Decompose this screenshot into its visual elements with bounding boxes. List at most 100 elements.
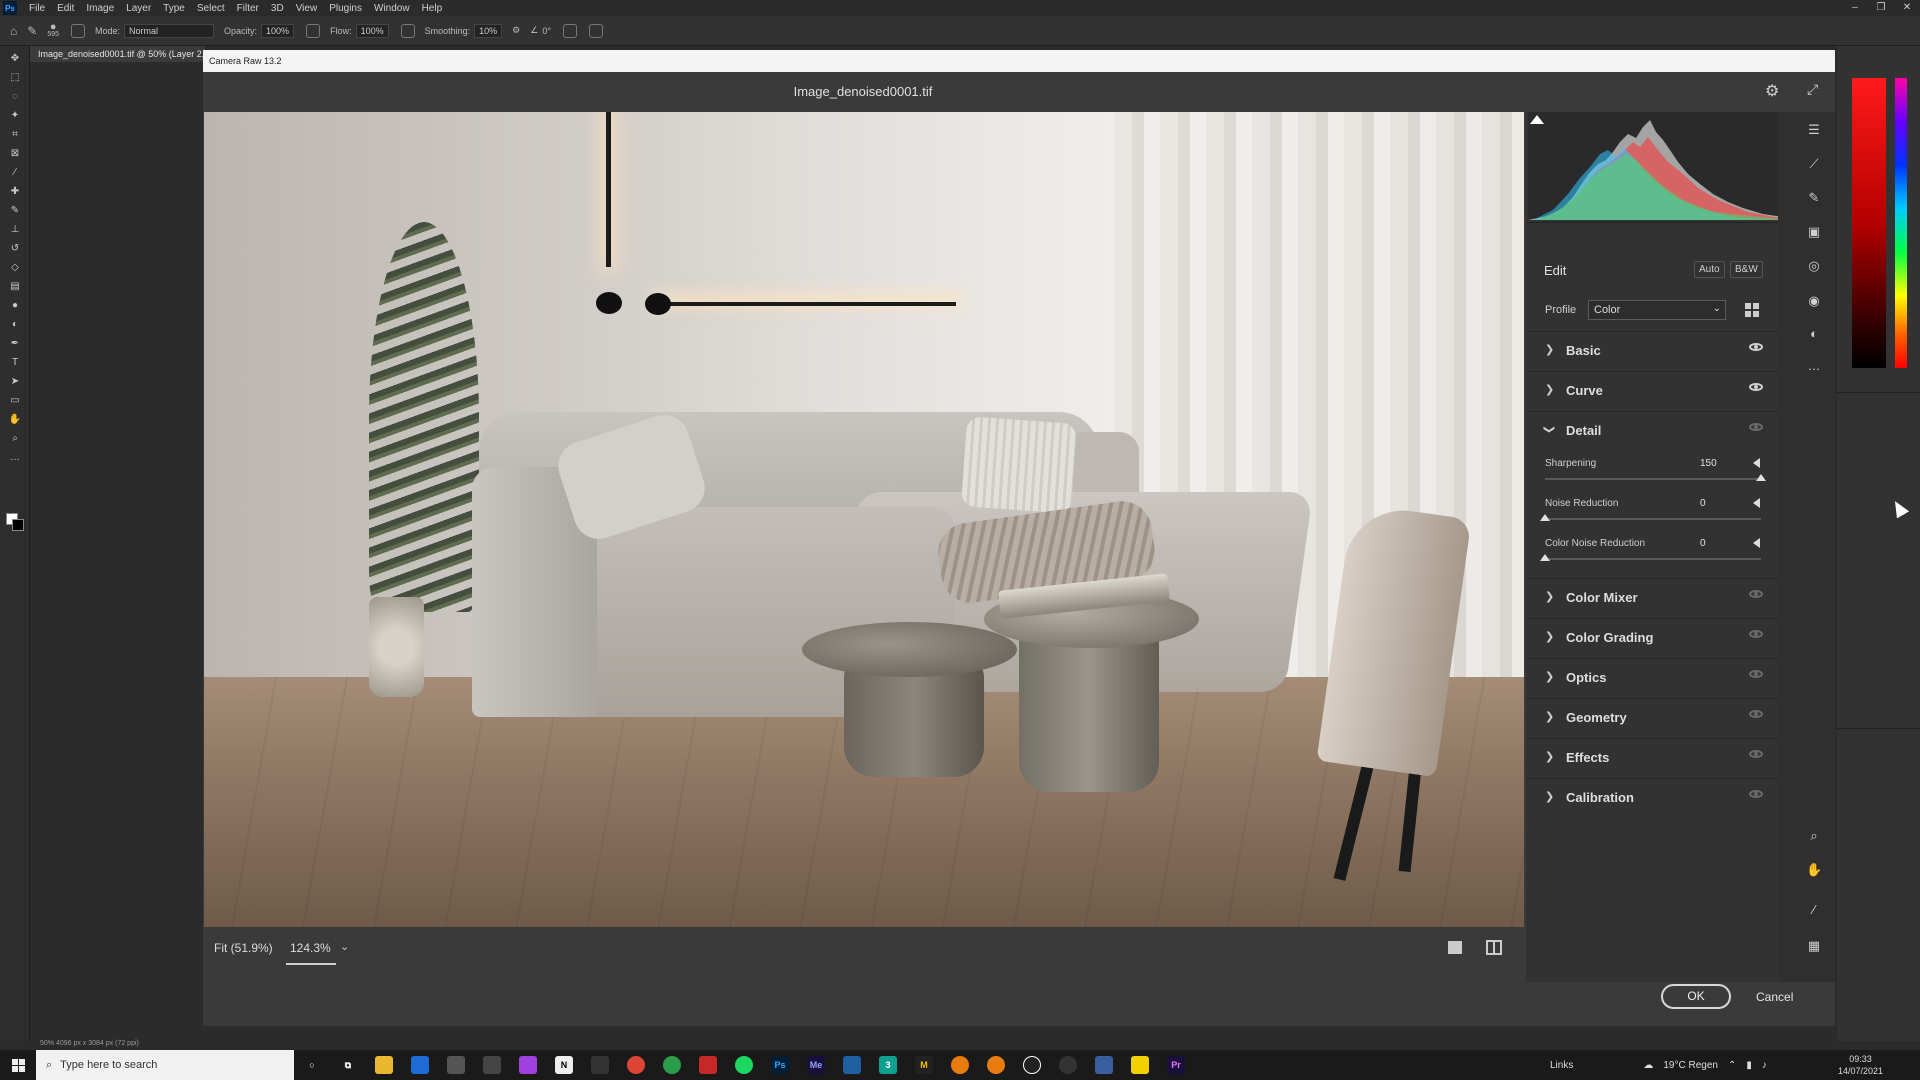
close-icon[interactable]: ✕ — [1894, 0, 1920, 16]
zoom-fit-button[interactable]: Fit (51.9%) — [214, 941, 273, 955]
menu-select[interactable]: Select — [191, 3, 231, 14]
restore-icon[interactable]: ❐ — [1868, 0, 1894, 16]
chrome-icon[interactable] — [622, 1050, 650, 1080]
dodge-tool-icon[interactable]: ◐ — [7, 317, 23, 331]
color-picker-field[interactable] — [1852, 78, 1886, 368]
rectangle-tool-icon[interactable]: ▭ — [7, 393, 23, 407]
more-options-icon[interactable]: … — [1806, 358, 1822, 374]
radial-filter-icon[interactable]: ◎ — [1806, 258, 1822, 274]
profile-select[interactable]: Color ⌄ — [1588, 300, 1726, 320]
visibility-eye-icon[interactable] — [1749, 750, 1763, 758]
lasso-tool-icon[interactable]: ◌ — [7, 89, 23, 103]
sticky-notes-icon[interactable] — [1126, 1050, 1154, 1080]
auto-button[interactable]: Auto — [1694, 261, 1725, 278]
section-detail[interactable]: ❯ Detail — [1528, 411, 1778, 449]
zoom-tool-icon[interactable]: ⌕ — [7, 431, 23, 445]
section-effects[interactable]: ❯ Effects — [1528, 738, 1778, 776]
color-noise-reduction-slider-track[interactable] — [1545, 558, 1761, 560]
app-circle-icon[interactable] — [1018, 1050, 1046, 1080]
menu-type[interactable]: Type — [157, 3, 191, 14]
zoom-level[interactable]: 124.3% — [290, 941, 331, 955]
premiere-icon[interactable]: Pr — [1162, 1050, 1190, 1080]
symmetry-icon[interactable] — [588, 23, 603, 38]
pressure-opacity-icon[interactable] — [306, 23, 321, 38]
image-preview[interactable] — [204, 112, 1524, 927]
bw-button[interactable]: B&W — [1730, 261, 1763, 278]
app-dark-icon[interactable] — [586, 1050, 614, 1080]
menu-file[interactable]: File — [23, 3, 51, 14]
smoothing-settings-icon[interactable]: ⚙ — [512, 25, 520, 36]
path-selection-tool-icon[interactable]: ➤ — [7, 374, 23, 388]
menu-help[interactable]: Help — [416, 3, 449, 14]
crop-rotate-icon[interactable]: ⟋ — [1806, 156, 1822, 172]
marquee-tool-icon[interactable]: ⬚ — [7, 70, 23, 84]
cancel-button[interactable]: Cancel — [1756, 990, 1793, 1004]
more-tools-icon[interactable]: … — [7, 450, 23, 464]
app-purple-icon[interactable] — [514, 1050, 542, 1080]
chrome-alt-icon[interactable] — [658, 1050, 686, 1080]
brush-panel-icon[interactable] — [71, 23, 85, 38]
color-noise-reduction-reset-icon[interactable] — [1753, 538, 1760, 548]
ok-button[interactable]: OK — [1661, 984, 1731, 1009]
app-blue-icon[interactable] — [838, 1050, 866, 1080]
magic-wand-tool-icon[interactable]: ✦ — [7, 108, 23, 122]
airbrush-icon[interactable] — [400, 23, 415, 38]
pressure-size-icon[interactable] — [562, 23, 577, 38]
weather-text[interactable]: 19°C Regen — [1663, 1060, 1718, 1071]
task-view-icon[interactable]: ⧉ — [334, 1050, 362, 1080]
visibility-eye-icon[interactable] — [1749, 710, 1763, 718]
weather-icon[interactable]: ☁ — [1643, 1060, 1653, 1071]
section-basic[interactable]: ❯ Basic — [1528, 331, 1778, 369]
spotify-icon[interactable] — [730, 1050, 758, 1080]
sharpening-slider-track[interactable] — [1545, 478, 1761, 480]
app-grid-icon[interactable] — [1090, 1050, 1118, 1080]
blender-icon[interactable] — [946, 1050, 974, 1080]
noise-reduction-slider-track[interactable] — [1545, 518, 1761, 520]
crop-tool-icon[interactable]: ⌗ — [7, 127, 23, 141]
hand-tool-icon[interactable]: ✋ — [7, 412, 23, 426]
calculator-icon[interactable] — [442, 1050, 470, 1080]
hue-slider[interactable] — [1895, 78, 1907, 368]
links-toolbar[interactable]: Links — [1550, 1060, 1573, 1071]
color-noise-reduction-slider-thumb[interactable] — [1540, 554, 1550, 561]
tray-chevron-icon[interactable]: ⌃ — [1728, 1060, 1736, 1071]
blur-tool-icon[interactable]: ● — [7, 298, 23, 312]
visibility-eye-icon[interactable] — [1749, 343, 1763, 351]
menu-window[interactable]: Window — [368, 3, 416, 14]
visibility-eye-icon[interactable] — [1749, 630, 1763, 638]
settings-gear-icon[interactable]: ⚙ — [1765, 81, 1779, 101]
healing-brush-tool-icon[interactable]: ✚ — [7, 184, 23, 198]
menu-edit[interactable]: Edit — [51, 3, 80, 14]
noise-reduction-slider-thumb[interactable] — [1540, 514, 1550, 521]
eraser-tool-icon[interactable]: ◇ — [7, 260, 23, 274]
before-after-view-icon[interactable] — [1486, 940, 1502, 955]
home-icon[interactable]: ⌂ — [10, 24, 17, 38]
frame-tool-icon[interactable]: ⊠ — [7, 146, 23, 160]
grid-overlay-icon[interactable]: ▦ — [1806, 938, 1822, 954]
clock[interactable]: 09:33 14/07/2021 — [1838, 1053, 1883, 1077]
app-m-icon[interactable]: M — [910, 1050, 938, 1080]
shadow-clipping-warning-icon[interactable] — [1530, 115, 1544, 124]
app-icon[interactable] — [478, 1050, 506, 1080]
noise-reduction-reset-icon[interactable] — [1753, 498, 1760, 508]
visibility-eye-icon[interactable] — [1749, 423, 1763, 431]
zoom-icon[interactable]: ⌕ — [1806, 828, 1822, 844]
smoothing-input[interactable]: 10% — [474, 23, 503, 38]
menu-layer[interactable]: Layer — [120, 3, 157, 14]
flow-input[interactable]: 100% — [355, 23, 389, 38]
section-color-mixer[interactable]: ❯ Color Mixer — [1528, 578, 1778, 616]
cortana-icon[interactable]: ○ — [298, 1050, 326, 1080]
menu-3d[interactable]: 3D — [265, 3, 290, 14]
type-tool-icon[interactable]: T — [7, 355, 23, 369]
section-calibration[interactable]: ❯ Calibration — [1528, 778, 1778, 816]
color-noise-reduction-value[interactable]: 0 — [1700, 538, 1740, 549]
single-view-icon[interactable] — [1448, 941, 1462, 954]
edit-sliders-icon[interactable]: ☰ — [1806, 122, 1822, 138]
volume-icon[interactable]: ♪ — [1762, 1060, 1767, 1071]
visibility-eye-icon[interactable] — [1749, 670, 1763, 678]
section-optics[interactable]: ❯ Optics — [1528, 658, 1778, 696]
menu-plugins[interactable]: Plugins — [323, 3, 368, 14]
chevron-down-icon[interactable]: ⌄ — [340, 940, 349, 953]
red-eye-icon[interactable]: ◉ — [1806, 293, 1822, 309]
color-sampler-icon[interactable]: ⁄ — [1806, 902, 1822, 918]
